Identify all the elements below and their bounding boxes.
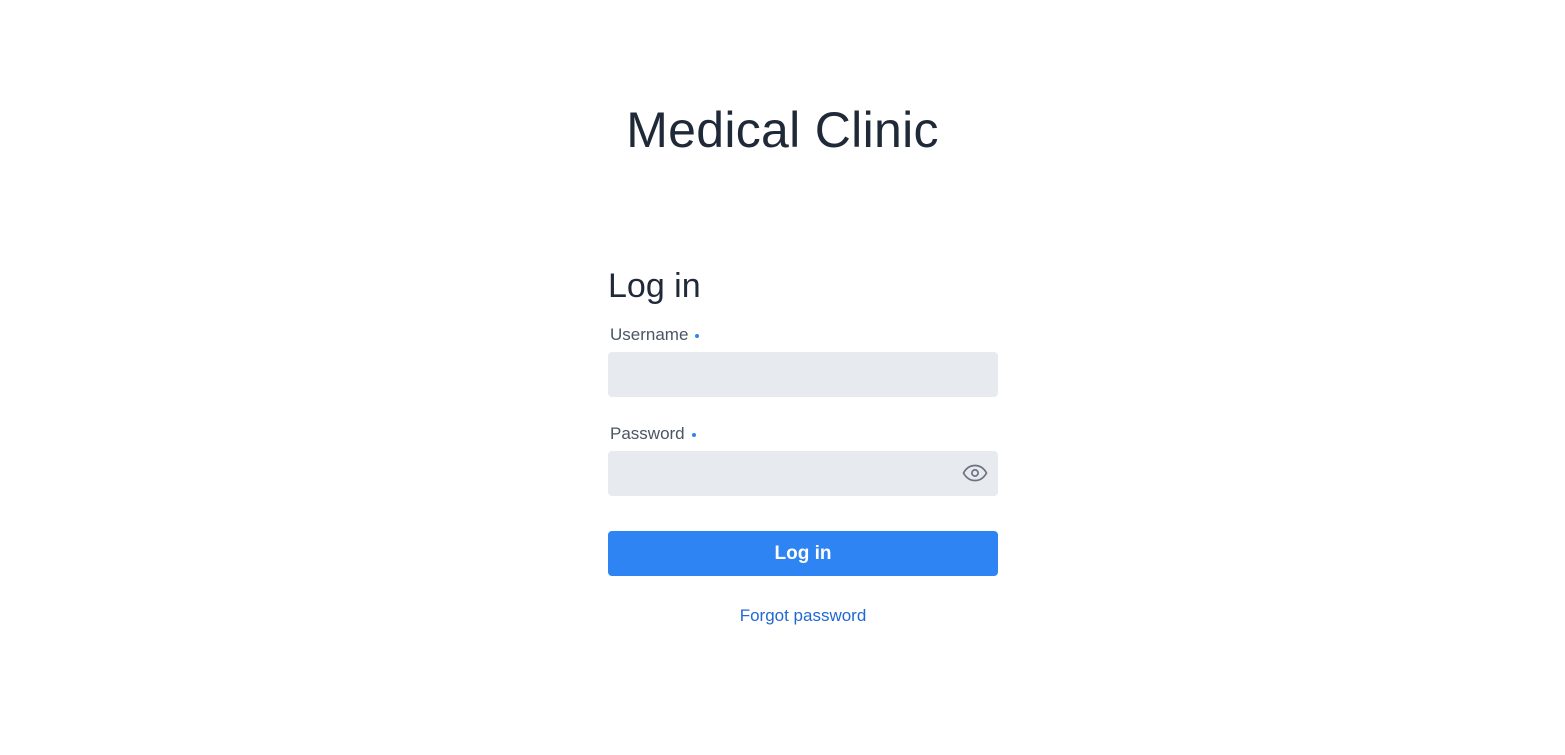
show-password-toggle[interactable]: [961, 461, 989, 485]
required-indicator: [695, 334, 700, 338]
password-label-text: Password: [610, 424, 685, 443]
username-input[interactable]: [608, 352, 998, 397]
password-input[interactable]: [608, 451, 998, 496]
username-label-text: Username: [610, 325, 689, 344]
login-page: Medical Clinic Log in Username Password …: [0, 0, 1565, 755]
eye-icon: [962, 464, 988, 482]
username-label: Username: [610, 323, 998, 347]
app-title: Medical Clinic: [626, 102, 939, 158]
username-field-wrapper: [608, 352, 998, 397]
login-form: Log in Username Password Log in Forgot p…: [608, 262, 998, 626]
form-heading: Log in: [608, 267, 701, 305]
forgot-password-link[interactable]: Forgot password: [608, 606, 998, 626]
password-field-wrapper: [608, 451, 998, 496]
required-indicator: [691, 433, 696, 437]
login-button[interactable]: Log in: [608, 531, 998, 576]
password-label: Password: [610, 422, 998, 446]
